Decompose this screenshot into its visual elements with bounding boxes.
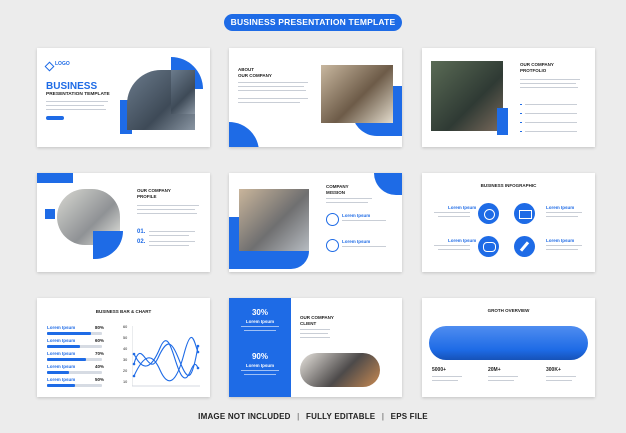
logo-text: LOGO	[55, 61, 70, 67]
slide-title: OUR COMPANY CLIENT	[300, 315, 334, 326]
number-01: 01.	[137, 229, 146, 235]
bar-label: Lorem Ipsum	[47, 377, 76, 382]
slide-company-portfolio[interactable]: OUR COMPANY PROTFOLIO	[422, 48, 595, 147]
bulb-icon	[326, 213, 339, 226]
slide-title: OUR COMPANY PROTFOLIO	[520, 62, 554, 73]
slide-subtitle: PRESENTATION TEMPLATE	[46, 92, 110, 97]
bar-percent: 70%	[95, 351, 105, 356]
infographic-label-1: Lorem Ipsum	[448, 205, 477, 210]
slide-title: GROTH OVERVIEW	[487, 308, 530, 313]
stat-20m: 20M+	[488, 367, 501, 373]
stat-30-label: Lorem Ipsum	[245, 319, 275, 324]
bar-label: Lorem Ipsum	[47, 338, 76, 343]
laptop-photo	[321, 65, 393, 123]
bar-percent: 60%	[95, 338, 105, 343]
bar-label: Lorem Ipsum	[47, 351, 76, 356]
smiling-man-photo	[239, 189, 309, 251]
slide-about-company[interactable]: ABOUT OUR COMPANY	[229, 48, 402, 147]
cta-button[interactable]	[46, 116, 64, 120]
search-icon	[326, 239, 339, 252]
bar-fill	[47, 358, 86, 361]
y-tick: 10	[123, 380, 128, 384]
header-title-pill: BUSINESS PRESENTATION TEMPLATE	[224, 14, 402, 31]
y-tick: 40	[123, 347, 128, 351]
y-tick: 60	[123, 325, 128, 329]
portfolio-photo	[431, 61, 503, 131]
line-chart	[132, 326, 200, 387]
slide-business-infographic[interactable]: BUSINESS INFOGRAPHIC Lorem Ipsum Lorem I…	[422, 173, 595, 272]
footer-item-2: FULLY EDITABLE	[306, 412, 376, 421]
stat-90-label: Lorem Ipsum	[245, 363, 275, 368]
y-tick: 30	[123, 358, 128, 362]
stat-300k: 300K+	[546, 367, 561, 373]
stat-5000: 5000+	[432, 367, 447, 373]
infographic-label-4: Lorem Ipsum	[546, 238, 575, 243]
footer-item-1: IMAGE NOT INCLUDED	[198, 412, 291, 421]
slide-company-mission[interactable]: COMPANY MISSION Lorem Ipsum Lorem Ipsum	[229, 173, 402, 272]
slide-business-cover[interactable]: LOGO BUSINESS PRESENTATION TEMPLATE	[37, 48, 210, 147]
infographic-label-2: Lorem Ipsum	[546, 205, 575, 210]
footer-item-3: EPS FILE	[390, 412, 428, 421]
number-02: 02.	[137, 239, 146, 245]
slide-title: BUSINESS BAR & CHART	[95, 309, 152, 314]
bar-label: Lorem Ipsum	[47, 325, 76, 330]
handshake-photo	[300, 353, 380, 387]
y-tick: 20	[123, 369, 128, 373]
slide-title: BUSINESS INFOGRAPHIC	[480, 183, 537, 188]
bar-percent: 50%	[95, 377, 105, 382]
slide-title: OUR COMPANY PROFILE	[137, 188, 171, 199]
bar-percent: 80%	[95, 325, 105, 330]
bar-percent: 40%	[95, 364, 105, 369]
stat-30: 30%	[251, 308, 268, 317]
mission-item-1: Lorem Ipsum	[342, 213, 371, 218]
slide-growth-overview[interactable]: GROTH OVERVIEW 5000+ 20M+ 300K+	[422, 298, 595, 397]
piggy-glyph	[483, 242, 496, 252]
bar-label: Lorem Ipsum	[47, 364, 76, 369]
slide-business-bar-chart[interactable]: BUSINESS BAR & CHART Lorem Ipsum 80% Lorem…	[37, 298, 210, 397]
slide-title: COMPANY MISSION	[326, 184, 349, 195]
gear-head-glyph	[484, 209, 495, 220]
y-tick: 50	[123, 336, 128, 340]
footer: IMAGE NOT INCLUDED | FULLY EDITABLE | EP…	[198, 412, 428, 421]
bar-fill	[47, 371, 69, 374]
bar-fill	[47, 345, 80, 348]
bar-fill	[47, 332, 91, 335]
mission-item-2: Lorem Ipsum	[342, 239, 371, 244]
city-banner	[429, 326, 588, 360]
stat-90: 90%	[251, 352, 268, 361]
logo-icon	[44, 61, 55, 72]
slide-title: ABOUT OUR COMPANY	[238, 67, 272, 78]
infographic-label-3: Lorem Ipsum	[448, 238, 477, 243]
slide-title: BUSINESS	[46, 81, 98, 92]
slide-company-client[interactable]: 30% Lorem Ipsum 90% Lorem Ipsum OUR COMP…	[229, 298, 402, 397]
bar-fill	[47, 384, 75, 387]
slide-company-profile[interactable]: OUR COMPANY PROFILE 01. 02.	[37, 173, 210, 272]
briefcase-glyph	[519, 210, 532, 219]
